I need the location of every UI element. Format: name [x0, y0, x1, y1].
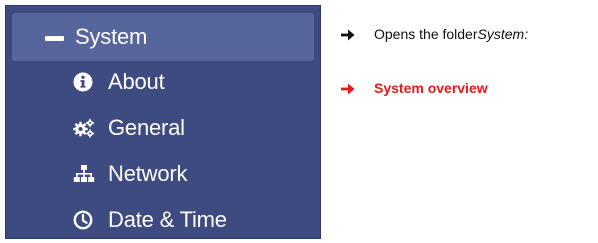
sitemap-icon	[73, 164, 95, 184]
menu-item-about[interactable]: About	[12, 62, 314, 102]
menu-item-date-time[interactable]: Date & Time	[12, 200, 314, 240]
minus-icon	[45, 36, 64, 41]
arrow-right-icon	[341, 82, 355, 95]
clock-icon	[73, 210, 93, 230]
arrow-right-icon	[341, 28, 355, 41]
menu-folder-label: System	[75, 24, 148, 49]
menu-item-label: About	[108, 69, 165, 94]
sidebar-menu: System About General Network Date & Time	[5, 5, 321, 239]
menu-item-label: General	[108, 115, 185, 140]
note-opens-folder: Opens the folder System:	[341, 26, 528, 42]
menu-item-label: Network	[108, 161, 188, 186]
note-system-overview-text: System overview	[374, 80, 488, 96]
menu-item-general[interactable]: General	[12, 108, 314, 148]
menu-item-network[interactable]: Network	[12, 154, 314, 194]
menu-item-label: Date & Time	[108, 207, 227, 232]
note-folder-name: System:	[477, 26, 529, 42]
note-opens-folder-text: Opens the folder	[374, 26, 478, 42]
screenshot-stage: System About General Network Date & Time…	[0, 0, 598, 243]
cogs-icon	[73, 118, 95, 138]
note-system-overview: System overview	[341, 80, 488, 96]
info-circle-icon	[73, 72, 93, 92]
menu-folder-system[interactable]: System	[12, 13, 314, 61]
